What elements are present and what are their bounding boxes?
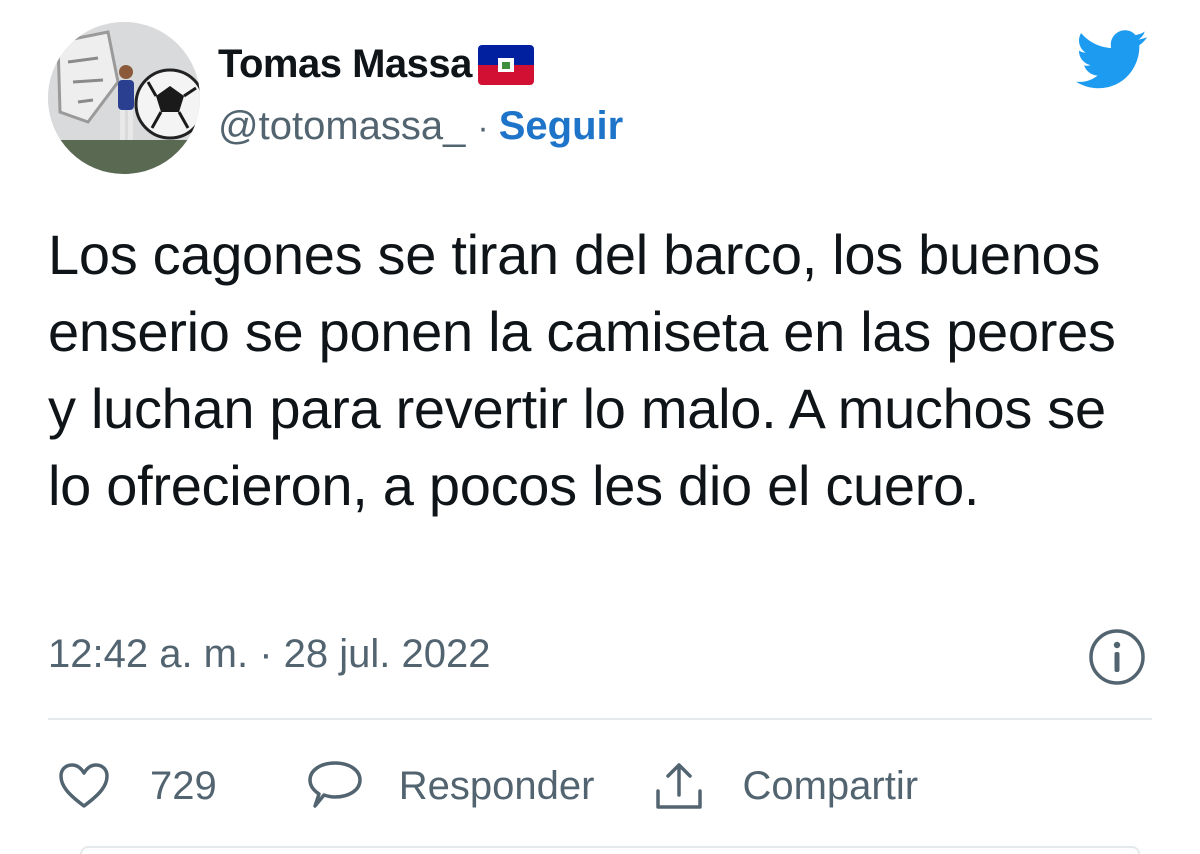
tweet-card: Tomas Massa @totomassa_ · Seguir Los cag… [0,0,1200,854]
author-handle[interactable]: @totomassa_ [218,104,465,149]
author-handle-row: @totomassa_ · Seguir [218,104,623,149]
tweet-text: Los cagones se tiran del barco, los buen… [48,223,1116,517]
follow-button[interactable]: Seguir [499,104,623,149]
reply-label: Responder [398,763,595,808]
heart-icon [58,762,110,810]
divider [48,718,1152,720]
haiti-flag-icon [477,44,534,85]
tweet-header: Tomas Massa @totomassa_ · Seguir [48,22,1152,182]
avatar-photo [48,22,200,174]
twitter-bird-icon[interactable] [1076,30,1148,90]
next-card-edge [80,846,1140,854]
tweet-meta-row: 12:42 a. m. · 28 jul. 2022 [48,626,1152,686]
avatar[interactable] [48,22,200,174]
author-name-row: Tomas Massa [218,42,534,87]
like-count: 729 [150,763,217,808]
author-display-name[interactable]: Tomas Massa [218,42,472,87]
share-button[interactable]: Compartir [652,759,918,813]
speech-bubble-icon [307,760,363,812]
share-icon [652,759,706,813]
share-label: Compartir [742,763,919,808]
reply-button[interactable]: Responder [307,760,595,812]
tweet-actions: 729 Responder Compartir [48,748,918,824]
tweet-timestamp[interactable]: 12:42 a. m. · 28 jul. 2022 [48,632,491,677]
separator-dot: · [477,109,489,147]
like-button[interactable]: 729 [58,762,217,810]
info-icon[interactable] [1088,628,1146,686]
